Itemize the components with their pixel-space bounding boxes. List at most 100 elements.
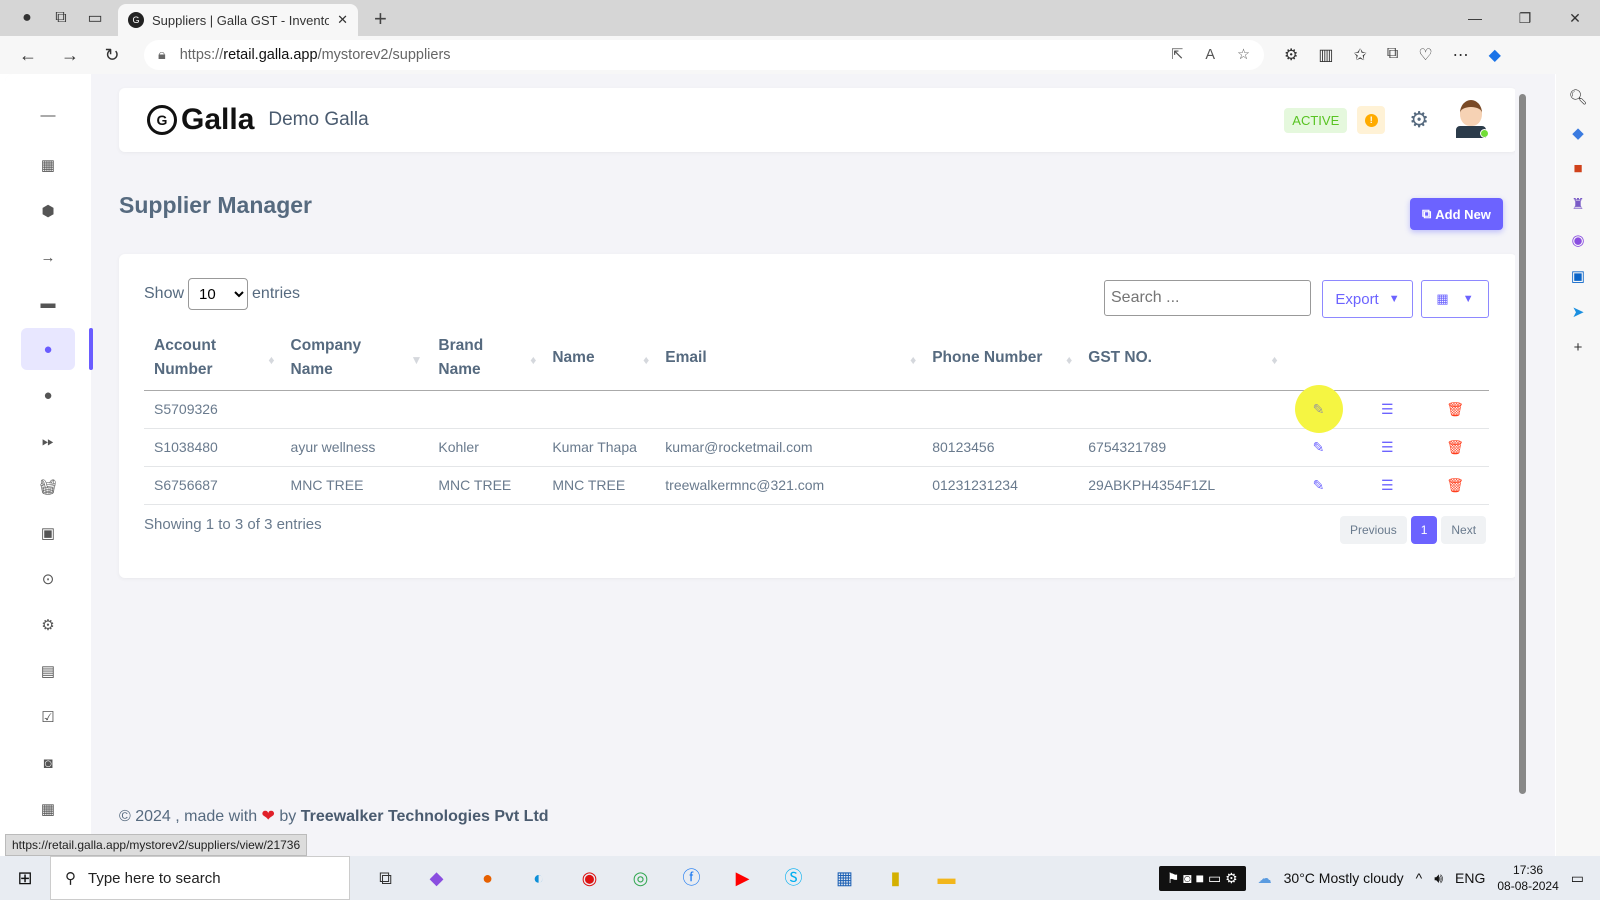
location-pin-icon[interactable]: ⊙ <box>21 558 75 600</box>
list-icon[interactable]: ☰ <box>1381 439 1394 455</box>
dashboard-icon[interactable]: ▦ <box>21 144 75 186</box>
split-screen-icon[interactable]: ▥ <box>1318 45 1333 65</box>
new-tab-button[interactable]: + <box>374 6 387 32</box>
favorite-star-icon[interactable]: ☆ <box>1237 47 1250 63</box>
avatar[interactable] <box>1453 100 1489 140</box>
chrome-icon[interactable]: ◎ <box>615 856 666 900</box>
sidebar-collapse[interactable]: — <box>21 94 75 136</box>
outlook-icon[interactable]: ▣ <box>1571 267 1585 285</box>
edge-icon[interactable]: ◐ <box>513 856 564 900</box>
copilot-icon[interactable]: ◆ <box>1489 45 1501 65</box>
sort-icon[interactable]: ♦ <box>1066 348 1072 372</box>
search-icon[interactable]: 🔍︎ <box>1568 88 1587 106</box>
shopping-tag-icon[interactable]: ◆ <box>1572 124 1584 142</box>
page-scrollbar[interactable] <box>1515 74 1529 856</box>
previous-page-button[interactable]: Previous <box>1340 516 1407 544</box>
add-new-button[interactable]: ⧉ Add New <box>1410 198 1503 230</box>
trash-icon[interactable]: 🗑︎ <box>1446 401 1464 417</box>
capture-toolbar[interactable]: ⚑ ◙ ■ ▭ ⚙ <box>1158 865 1246 891</box>
sort-icon[interactable]: ♦ <box>643 348 649 372</box>
page-1-button[interactable]: 1 <box>1410 516 1438 544</box>
language-indicator[interactable]: ENG <box>1455 870 1485 886</box>
add-icon[interactable]: + <box>1574 339 1583 356</box>
sort-icon[interactable]: ▼ <box>411 348 423 372</box>
page-size-select[interactable]: 10 <box>188 278 249 310</box>
close-tab-icon[interactable]: ✕ <box>337 12 348 28</box>
more-icon[interactable]: ⋯ <box>1453 45 1469 65</box>
forward-button[interactable]: → <box>52 45 88 66</box>
skype-icon[interactable]: Ⓢ <box>768 856 819 900</box>
trash-icon[interactable]: 🗑︎ <box>1446 439 1464 455</box>
minimize-button[interactable]: — <box>1450 10 1500 26</box>
recorder-icon[interactable]: ◉ <box>564 856 615 900</box>
firefox-icon[interactable]: ● <box>462 856 513 900</box>
sort-icon[interactable]: ♦ <box>530 348 536 372</box>
tools-icon[interactable]: ■ <box>1573 160 1582 177</box>
reload-button[interactable]: ↻ <box>94 45 130 66</box>
column-header[interactable]: Company Name ▼ <box>280 326 429 391</box>
export-button[interactable]: Export ▼ <box>1322 280 1413 318</box>
sort-icon[interactable]: ♦ <box>910 348 916 372</box>
games-icon[interactable]: ♜ <box>1571 195 1584 213</box>
checkbox-icon[interactable]: ☑ <box>21 696 75 738</box>
read-aloud-icon[interactable]: A <box>1205 47 1215 63</box>
browser-essentials-icon[interactable]: ♡ <box>1418 45 1432 65</box>
gear-icon[interactable]: ⚙ <box>1409 107 1429 133</box>
camera-icon[interactable]: ◙ <box>21 742 75 784</box>
trash-icon[interactable]: 🗑︎ <box>1446 477 1464 493</box>
edit-icon[interactable]: ✎ <box>1313 439 1325 455</box>
weather-text[interactable]: 30°C Mostly cloudy <box>1284 870 1404 886</box>
tickets-icon[interactable]: ▬ <box>21 282 75 324</box>
sort-icon[interactable]: ♦ <box>1271 348 1277 372</box>
forward-circle-icon[interactable]: ⏩︎ <box>21 420 75 462</box>
favorites-icon[interactable]: ✩ <box>1353 45 1366 65</box>
tab-actions-icon[interactable]: ▭ <box>78 0 112 36</box>
column-header[interactable]: Brand Name ♦ <box>428 326 543 391</box>
tray-chevron-icon[interactable]: ^ <box>1416 870 1423 886</box>
workspaces-icon[interactable]: ⧉ <box>44 0 78 36</box>
edit-icon[interactable]: ✎ <box>1294 385 1343 433</box>
column-header[interactable]: Account Number ♦ <box>144 326 281 391</box>
sort-icon[interactable]: ♦ <box>268 348 274 372</box>
list-icon[interactable]: ☰ <box>1381 477 1394 493</box>
contacts-book-icon[interactable]: ▣ <box>21 512 75 554</box>
suppliers-icon[interactable]: ● <box>21 328 93 370</box>
open-app-icon[interactable]: ⇱ <box>1171 47 1183 63</box>
youtube-icon[interactable]: ▶ <box>717 856 768 900</box>
file-explorer-icon[interactable]: ▬ <box>921 856 972 900</box>
restore-button[interactable]: ❐ <box>1500 10 1550 27</box>
store-icon[interactable]: ▦ <box>819 856 870 900</box>
list-icon[interactable]: ☰ <box>1381 401 1394 417</box>
send-icon[interactable]: ➤ <box>1572 303 1585 321</box>
copilot-app-icon[interactable]: ◆ <box>411 856 462 900</box>
profile-icon[interactable]: ● <box>10 0 44 36</box>
column-header[interactable]: GST NO. ♦ <box>1078 326 1284 391</box>
back-button[interactable]: ← <box>10 45 46 66</box>
column-header[interactable]: Name ♦ <box>542 326 656 391</box>
column-header[interactable]: Email ♦ <box>655 326 923 391</box>
extensions-icon[interactable]: ⚙ <box>1284 45 1298 65</box>
volume-icon[interactable]: 🔊︎ <box>1434 870 1443 887</box>
products-box-icon[interactable]: ⬢ <box>21 190 75 232</box>
next-page-button[interactable]: Next <box>1441 516 1487 544</box>
browser-tab[interactable]: G Suppliers | Galla GST - Inventory ✕ <box>118 4 358 36</box>
settings-icon[interactable]: ⚙ <box>21 604 75 646</box>
notifications-icon[interactable]: ▭ <box>1571 870 1584 887</box>
column-visibility-button[interactable]: ▦ ▼ <box>1421 280 1489 318</box>
task-view-icon[interactable]: ⧉ <box>360 856 411 900</box>
windows-start-icon[interactable]: ⊞ <box>0 868 50 889</box>
app-icon[interactable]: ▮ <box>870 856 921 900</box>
basket-icon[interactable]: 🧺︎ <box>21 466 75 508</box>
search-input[interactable] <box>1104 280 1311 316</box>
close-window-button[interactable]: ✕ <box>1550 10 1600 27</box>
calendar-icon[interactable]: ▦ <box>21 788 75 830</box>
facebook-icon[interactable]: ⓕ <box>666 856 717 900</box>
customers-icon[interactable]: ● <box>21 374 75 416</box>
microsoft365-icon[interactable]: ◉ <box>1571 231 1584 249</box>
edit-icon[interactable]: ✎ <box>1313 477 1325 493</box>
alert-button[interactable]: ! <box>1357 106 1386 134</box>
taskbar-search[interactable]: ⚲ Type here to search <box>50 856 350 900</box>
column-header[interactable]: Phone Number ♦ <box>922 326 1079 391</box>
company-link[interactable]: Treewalker Technologies Pvt Ltd <box>301 808 549 825</box>
arrow-right-icon[interactable]: → <box>21 236 75 278</box>
